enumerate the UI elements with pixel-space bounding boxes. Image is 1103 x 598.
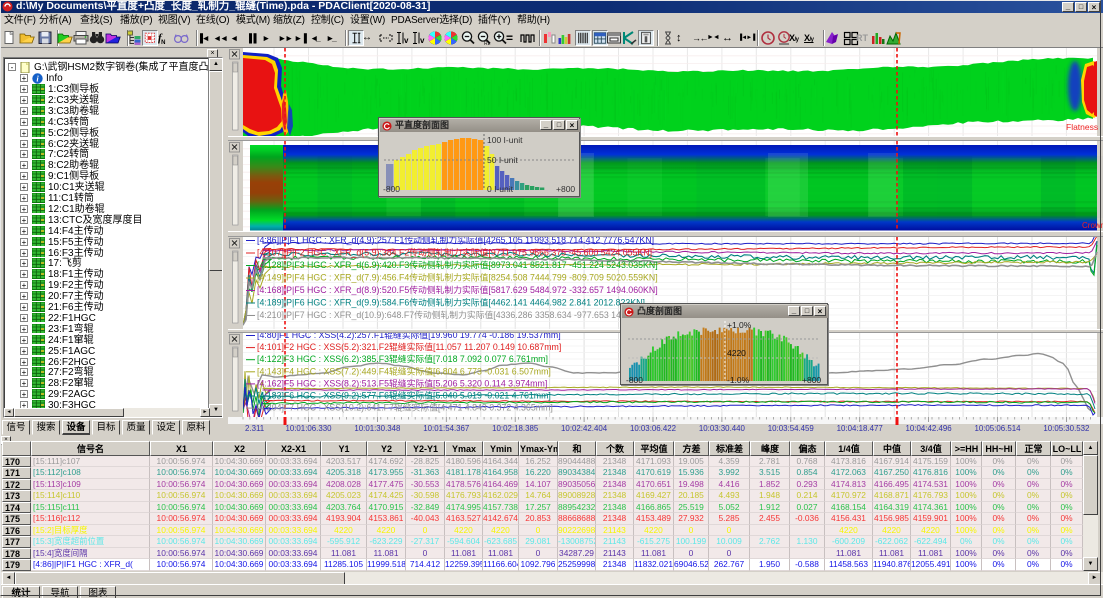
svg-text:Flatness: Flatness <box>1066 122 1098 132</box>
svg-text:[4:122]F3 HGC : XSS(6.2):385.F: [4:122]F3 HGC : XSS(6.2):385.F3辊缝实际值[7.0… <box>257 353 548 364</box>
svg-text:10:01:54.367: 10:01:54.367 <box>423 424 469 433</box>
svg-text:[4:107]|P|F2 HGC : XFR_d(5.9):: [4:107]|P|F2 HGC : XFR_d(5.9):384.F2传动侧轧… <box>257 247 652 258</box>
svg-text:-1.0%: -1.0% <box>727 375 750 385</box>
svg-text:[4:210]|P|F7 HGC : XFR_d(10.9): [4:210]|P|F7 HGC : XFR_d(10.9):648.F7传动侧… <box>257 309 663 320</box>
svg-text:v: v <box>420 36 425 45</box>
svg-text:[4:204]F7 HGC : XSS(10.2):641.: [4:204]F7 HGC : XSS(10.2):641.F7辊缝实际值[4.… <box>257 402 553 413</box>
svg-text:[4:149]|P|F4 HGC : XFR_d(7.9):: [4:149]|P|F4 HGC : XFR_d(7.9):456.F4传动侧轧… <box>257 272 658 283</box>
svg-text:10:02:18.385: 10:02:18.385 <box>492 424 539 433</box>
svg-text:2.311: 2.311 <box>245 424 264 433</box>
svg-text:0 I-unit: 0 I-unit <box>487 184 514 194</box>
svg-text:10:02:42.404: 10:02:42.404 <box>561 424 608 433</box>
svg-text:10:03:54.459: 10:03:54.459 <box>768 424 815 433</box>
svg-text:[4:86]|P|F1 HGC : XFR_d(4.9):2: [4:86]|P|F1 HGC : XFR_d(4.9):257.F1传动侧轧制… <box>257 237 654 245</box>
svg-text:v: v <box>404 36 409 45</box>
svg-text:-800: -800 <box>626 375 643 385</box>
svg-text:+800: +800 <box>556 184 575 194</box>
svg-text:[4:143]F4 HGC : XSS(7.2):449.F: [4:143]F4 HGC : XSS(7.2):449.F4辊缝实际值[6.8… <box>257 365 551 376</box>
svg-text:+800: +800 <box>802 375 821 385</box>
svg-text:100 I-unit: 100 I-unit <box>487 135 523 145</box>
svg-text:10:01:06.330: 10:01:06.330 <box>285 424 332 433</box>
svg-text:10:03:30.440: 10:03:30.440 <box>699 424 746 433</box>
svg-text:[4:162]F5 HGC : XSS(8.2):513.F: [4:162]F5 HGC : XSS(8.2):513.F5辊缝实际值[5.2… <box>257 377 547 388</box>
svg-text:[4:80]F1 HGC : XSS(4.2):257.F1: [4:80]F1 HGC : XSS(4.2):257.F1辊缝实际值[19.9… <box>257 333 561 340</box>
svg-text:10:05:06.514: 10:05:06.514 <box>974 424 1021 433</box>
svg-text:10:01:30.348: 10:01:30.348 <box>354 424 401 433</box>
svg-text:[4:128]|P|F3 HGC : XFR_d(6.9):: [4:128]|P|F3 HGC : XFR_d(6.9):420.F3传动侧轧… <box>257 259 658 270</box>
svg-text:[4:168]|P|F5 HGC : XFR_d(8.9):: [4:168]|P|F5 HGC : XFR_d(8.9):520.F5传动侧轧… <box>257 284 658 295</box>
svg-text:Crown: Crown <box>1082 221 1103 230</box>
svg-text:[4:101]F2 HGC : XSS(5.2):321.F: [4:101]F2 HGC : XSS(5.2):321.F2辊缝实际值[11.… <box>257 341 561 352</box>
svg-text:10:04:18.477: 10:04:18.477 <box>837 424 883 433</box>
svg-text:RL: RL <box>484 41 491 46</box>
svg-text:-800: -800 <box>383 184 400 194</box>
svg-text:10:05:30.532: 10:05:30.532 <box>1043 424 1089 433</box>
svg-text:+1.0%: +1.0% <box>727 320 752 330</box>
svg-text:[4:183]F6 HGC : XSS(9.2):577.F: [4:183]F6 HGC : XSS(9.2):577.F6辊缝实际值[5.0… <box>257 390 551 401</box>
svg-text:10:04:42.496: 10:04:42.496 <box>906 424 953 433</box>
svg-text:4220: 4220 <box>727 348 746 358</box>
svg-text:[4:189]|P|F6 HGC : XFR_d(9.9):: [4:189]|P|F6 HGC : XFR_d(9.9):584.F6传动侧轧… <box>257 297 645 308</box>
svg-text:10:03:06.422: 10:03:06.422 <box>630 424 676 433</box>
svg-text:50 I-unit: 50 I-unit <box>487 155 518 165</box>
